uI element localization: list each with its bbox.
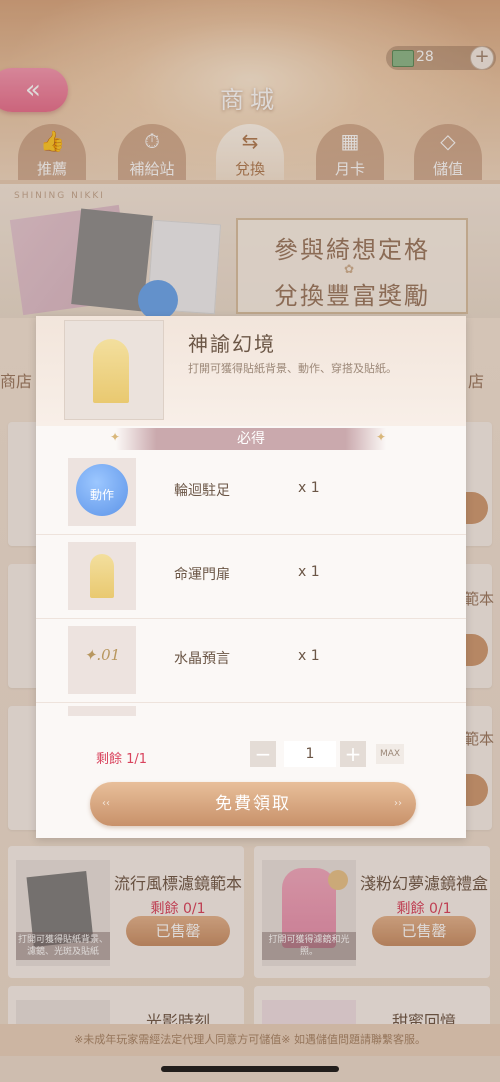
row-divider <box>36 534 466 535</box>
quantity-max-button[interactable]: MAX <box>376 744 404 764</box>
reward-name: 輪迴駐足 <box>174 483 230 499</box>
item-detail-modal: 神諭幻境 打開可獲得貼紙背景、動作、穿搭及貼紙。 ✦ ✦ 必得 動作 輪迴駐足 … <box>36 316 466 838</box>
door-icon <box>90 554 114 598</box>
row-divider <box>36 618 466 619</box>
action-badge: 動作 <box>89 488 114 502</box>
reward-row: 動作 輪迴駐足 x 1 <box>36 452 466 534</box>
quantity-field[interactable]: 1 <box>284 741 336 767</box>
remaining-count: 剩餘 1/1 <box>96 752 148 767</box>
crystal-label: ✦.01 <box>83 646 121 664</box>
reward-name: 水晶預言 <box>174 651 230 667</box>
reward-image-partial <box>68 706 136 716</box>
door-icon <box>93 339 129 403</box>
reward-row: 命運門扉 x 1 <box>36 536 466 618</box>
reward-quantity: x 1 <box>298 564 320 580</box>
chevron-left-icon: ‹‹ <box>102 798 110 809</box>
row-divider <box>36 702 466 703</box>
free-claim-button[interactable]: 免費領取 <box>90 782 416 826</box>
reward-quantity: x 1 <box>298 480 320 496</box>
quantity-decrement-button[interactable]: − <box>250 741 276 767</box>
modal-item-image <box>64 320 164 420</box>
quantity-increment-button[interactable]: + <box>340 741 366 767</box>
reward-row: ✦.01 水晶預言 x 1 <box>36 620 466 702</box>
reward-name: 命運門扉 <box>174 567 230 583</box>
section-label: 必得 <box>237 431 265 447</box>
reward-image <box>68 542 136 610</box>
modal-title: 神諭幻境 <box>188 332 276 356</box>
chevron-right-icon: ›› <box>394 798 402 809</box>
reward-image: ✦.01 <box>68 626 136 694</box>
reward-image: 動作 <box>68 458 136 526</box>
modal-description: 打開可獲得貼紙背景、動作、穿搭及貼紙。 <box>188 362 397 375</box>
reward-quantity: x 1 <box>298 648 320 664</box>
